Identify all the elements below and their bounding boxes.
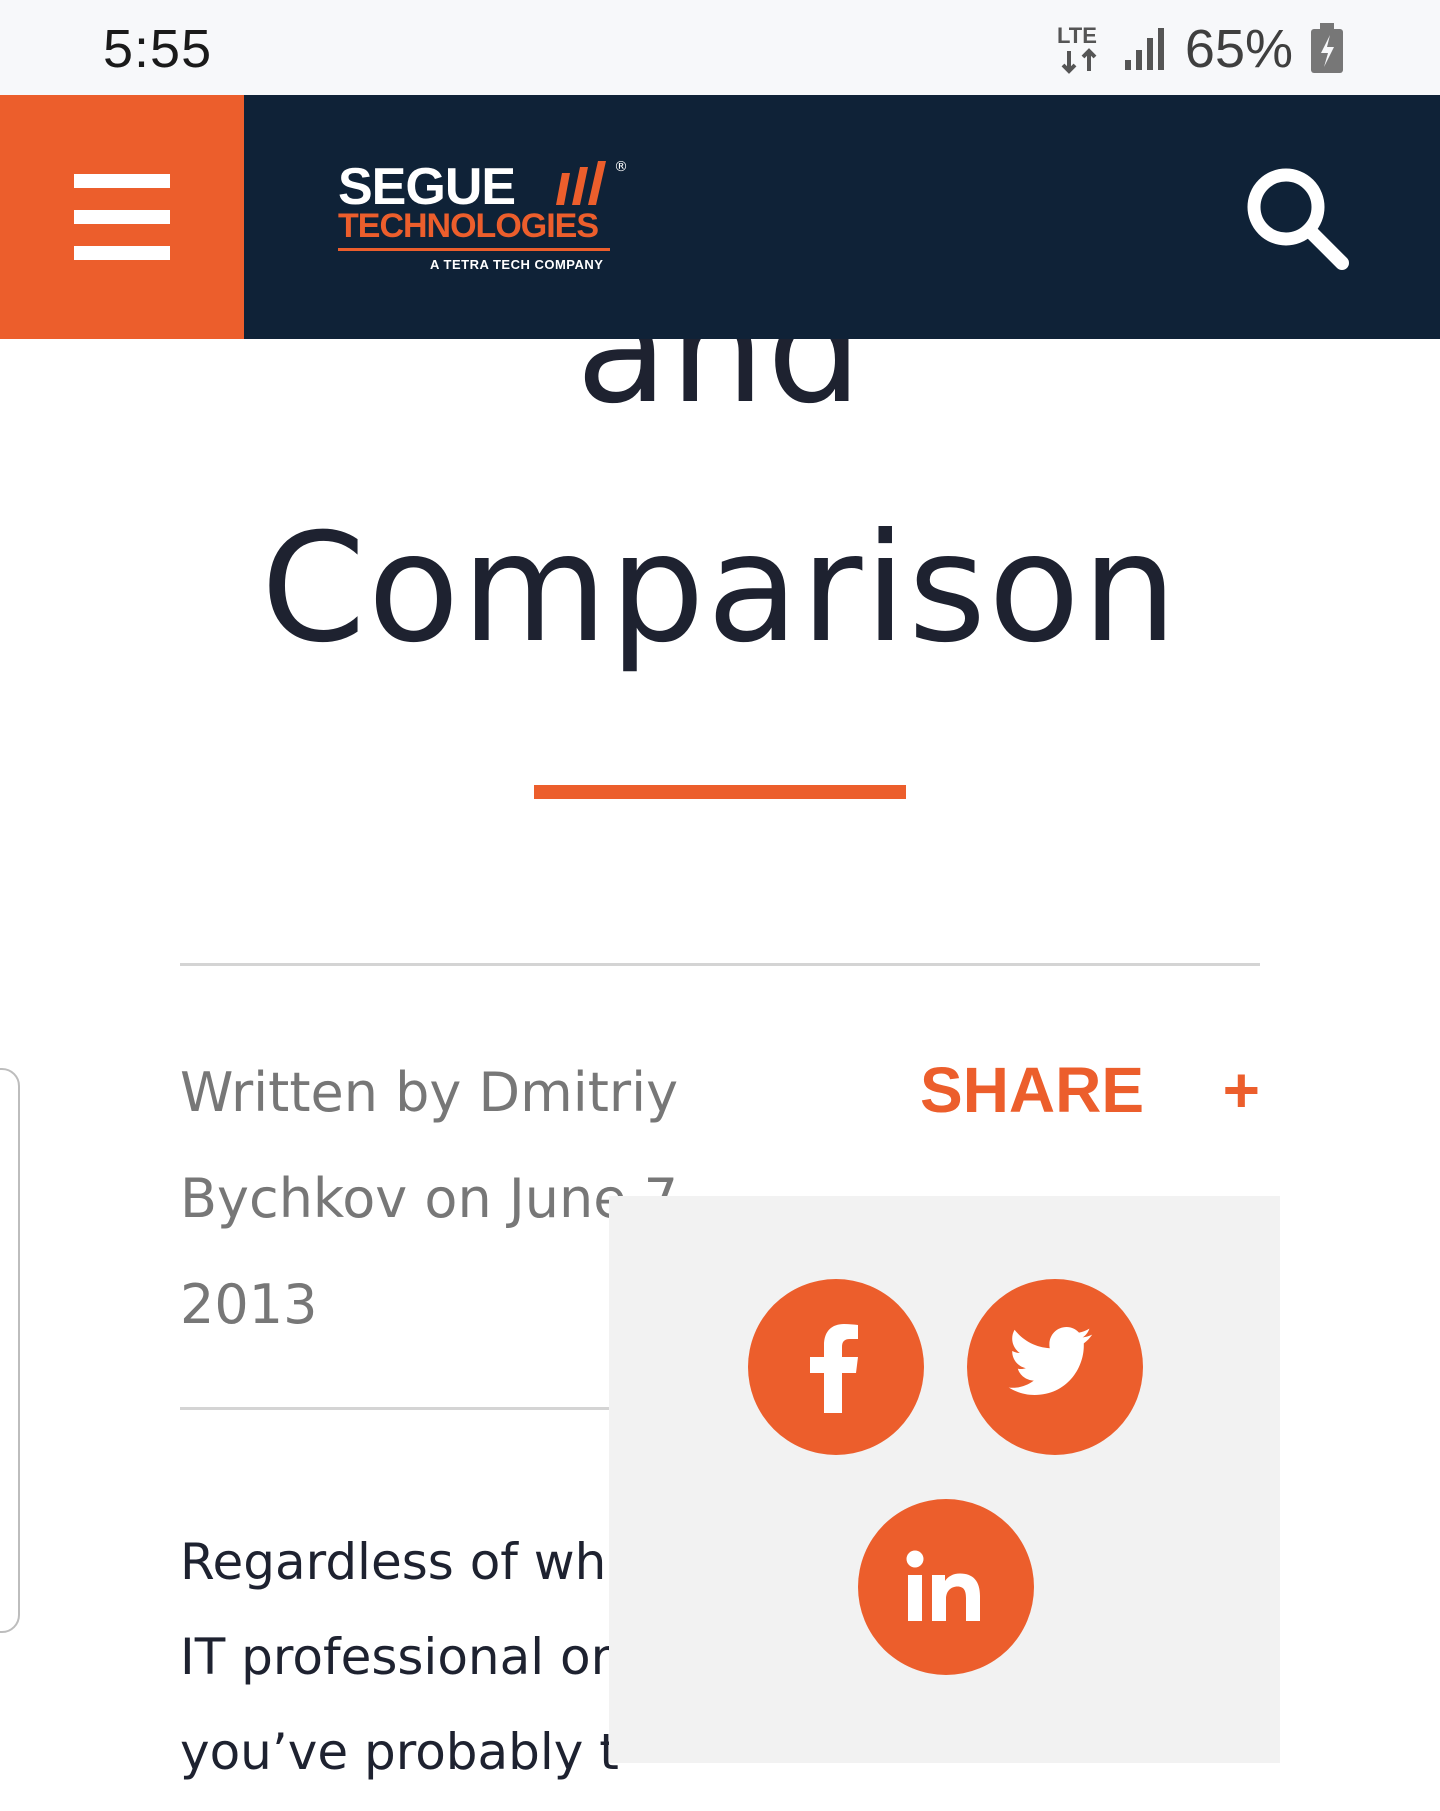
status-icons: LTE 65% (1055, 14, 1345, 84)
signal-icon (1124, 28, 1164, 70)
logo-slashes-icon (556, 161, 606, 205)
logo-tagline: A TETRA TECH COMPANY (430, 257, 604, 272)
article-title: and Comparison (0, 339, 1440, 689)
hamburger-menu-icon (74, 174, 170, 260)
twitter-icon (1008, 1327, 1093, 1395)
battery-percent: 65% (1184, 19, 1293, 79)
menu-button[interactable] (0, 95, 244, 339)
title-accent-bar (534, 785, 906, 799)
linkedin-icon (906, 1550, 980, 1621)
linkedin-share-button[interactable] (858, 1499, 1034, 1675)
logo-underline (338, 248, 610, 251)
title-line-2: Comparison (260, 502, 1180, 676)
facebook-share-button[interactable] (748, 1279, 924, 1455)
byline-line-1: Written by Dmitriy (180, 1061, 679, 1124)
site-logo[interactable]: SEGUE ® TECHNOLOGIES A TETRA TECH COMPAN… (336, 157, 636, 277)
search-icon[interactable] (1240, 161, 1352, 273)
lte-icon: LTE (1057, 23, 1097, 74)
share-plus-icon: + (1222, 1054, 1260, 1126)
status-time: 5:55 (103, 19, 213, 79)
share-popup (609, 1196, 1280, 1763)
edge-panel-handle[interactable] (0, 1068, 20, 1633)
share-toggle[interactable]: SHARE + (920, 1050, 1260, 1130)
facebook-icon (810, 1324, 858, 1413)
logo-technologies-text: TECHNOLOGIES (338, 207, 599, 245)
share-label: SHARE (920, 1054, 1145, 1126)
title-line-1: and (575, 339, 865, 437)
divider-top (180, 963, 1260, 966)
battery-charging-icon (1311, 23, 1343, 73)
status-bar: 5:55 LTE 65% (0, 0, 1440, 95)
svg-text:LTE: LTE (1057, 23, 1097, 48)
twitter-share-button[interactable] (967, 1279, 1143, 1455)
site-header: SEGUE ® TECHNOLOGIES A TETRA TECH COMPAN… (0, 95, 1440, 339)
logo-registered: ® (614, 159, 628, 175)
